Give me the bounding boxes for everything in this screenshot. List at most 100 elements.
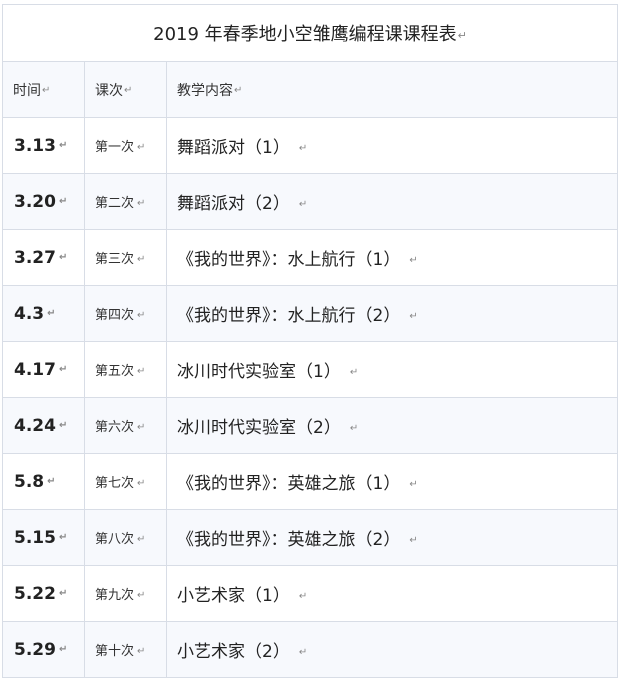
- session-cell: 第七次 ↵: [84, 453, 167, 510]
- date-cell: 5.29 ↵: [2, 621, 85, 678]
- row-session: 第六次: [95, 420, 135, 435]
- content-cell: 《我的世界》：英雄之旅（1） ↵: [165, 453, 619, 510]
- paragraph-mark-icon: ↵: [137, 534, 146, 545]
- paragraph-mark-icon: ↵: [234, 85, 243, 96]
- content-cell: 舞蹈派对（1） ↵: [165, 117, 619, 174]
- row-content: 舞蹈派对（2）: [177, 194, 290, 214]
- row-date: 4.17: [14, 359, 56, 380]
- paragraph-mark-icon: ↵: [137, 478, 146, 489]
- session-cell: 第九次 ↵: [84, 565, 167, 622]
- date-cell: 4.24 ↵: [2, 397, 85, 454]
- row-session: 第七次: [95, 476, 135, 491]
- paragraph-mark-icon: ↵: [137, 310, 146, 321]
- table-row: 5.15 ↵ 第八次 ↵ 《我的世界》：英雄之旅（2） ↵: [2, 509, 619, 566]
- paragraph-mark-icon: ↵: [47, 308, 56, 319]
- paragraph-mark-icon: ↵: [409, 478, 418, 490]
- table-row: 3.20 ↵ 第二次 ↵ 舞蹈派对（2） ↵: [2, 173, 619, 230]
- header-row: 时间↵ 课次↵ 教学内容↵: [2, 61, 619, 118]
- session-cell: 第四次 ↵: [84, 285, 167, 342]
- paragraph-mark-icon: ↵: [137, 198, 146, 209]
- table-row: 3.27 ↵ 第三次 ↵ 《我的世界》：水上航行（1） ↵: [2, 229, 619, 286]
- paragraph-mark-icon: ↵: [298, 198, 308, 210]
- session-cell: 第八次 ↵: [84, 509, 167, 566]
- content-cell: 小艺术家（1） ↵: [165, 565, 619, 622]
- date-cell: 4.17 ↵: [2, 341, 85, 398]
- content-cell: 冰川时代实验室（2） ↵: [165, 397, 619, 454]
- paragraph-mark-icon: ↵: [58, 532, 68, 543]
- paragraph-mark-icon: ↵: [137, 142, 146, 153]
- row-date: 3.27: [14, 247, 56, 268]
- paragraph-mark-icon: ↵: [457, 28, 467, 42]
- row-content: 小艺术家（1）: [177, 586, 290, 606]
- date-cell: 5.8 ↵: [2, 453, 85, 510]
- row-content: 《我的世界》：水上航行（1）: [177, 250, 401, 270]
- paragraph-mark-icon: ↵: [58, 644, 68, 655]
- paragraph-mark-icon: ↵: [58, 140, 68, 151]
- row-session: 第四次: [95, 308, 135, 323]
- table-title-cell: 2019 年春季地小空雏鹰编程课课程表↵: [1, 4, 619, 62]
- paragraph-mark-icon: ↵: [349, 422, 359, 434]
- paragraph-mark-icon: ↵: [58, 252, 68, 263]
- row-content: 小艺术家（2）: [177, 642, 290, 662]
- schedule-table: 2019 年春季地小空雏鹰编程课课程表↵ 时间↵ 课次↵ 教学内容↵ 3.13 ↵…: [1, 4, 619, 678]
- paragraph-mark-icon: ↵: [137, 366, 146, 377]
- header-time-cell: 时间↵: [2, 61, 85, 118]
- paragraph-mark-icon: ↵: [409, 534, 418, 546]
- paragraph-mark-icon: ↵: [42, 85, 51, 96]
- content-cell: 《我的世界》：英雄之旅（2） ↵: [165, 509, 619, 566]
- row-session: 第一次: [95, 140, 135, 155]
- row-content: 《我的世界》：水上航行（2）: [177, 306, 401, 326]
- row-content: 冰川时代实验室（2）: [177, 418, 341, 438]
- row-date: 5.15: [14, 527, 56, 548]
- paragraph-mark-icon: ↵: [137, 254, 146, 265]
- date-cell: 3.13 ↵: [2, 117, 85, 174]
- row-session: 第九次: [95, 588, 135, 603]
- row-date: 4.3: [14, 303, 45, 324]
- paragraph-mark-icon: ↵: [124, 85, 133, 96]
- paragraph-mark-icon: ↵: [349, 366, 359, 378]
- row-session: 第三次: [95, 252, 135, 267]
- table-row: 5.8 ↵ 第七次 ↵ 《我的世界》：英雄之旅（1） ↵: [2, 453, 619, 510]
- paragraph-mark-icon: ↵: [298, 590, 308, 602]
- row-content: 冰川时代实验室（1）: [177, 362, 341, 382]
- table-row: 4.17 ↵ 第五次 ↵ 冰川时代实验室（1） ↵: [2, 341, 619, 398]
- session-cell: 第二次 ↵: [84, 173, 167, 230]
- header-content-cell: 教学内容↵: [165, 61, 619, 118]
- table-row: 4.3 ↵ 第四次 ↵ 《我的世界》：水上航行（2） ↵: [2, 285, 619, 342]
- row-date: 3.20: [14, 191, 56, 212]
- session-cell: 第三次 ↵: [84, 229, 167, 286]
- title-row: 2019 年春季地小空雏鹰编程课课程表↵: [1, 4, 619, 62]
- table-title: 2019 年春季地小空雏鹰编程课课程表: [153, 24, 457, 45]
- date-cell: 3.20 ↵: [2, 173, 85, 230]
- row-content: 舞蹈派对（1）: [177, 138, 290, 158]
- paragraph-mark-icon: ↵: [47, 476, 56, 487]
- paragraph-mark-icon: ↵: [409, 310, 418, 322]
- date-cell: 5.15 ↵: [2, 509, 85, 566]
- row-content: 《我的世界》：英雄之旅（1）: [177, 474, 401, 494]
- row-session: 第五次: [95, 364, 135, 379]
- paragraph-mark-icon: ↵: [298, 142, 308, 154]
- content-cell: 小艺术家（2） ↵: [165, 621, 619, 678]
- paragraph-mark-icon: ↵: [409, 254, 418, 266]
- paragraph-mark-icon: ↵: [58, 588, 68, 599]
- paragraph-mark-icon: ↵: [298, 646, 308, 658]
- content-cell: 冰川时代实验室（1） ↵: [165, 341, 619, 398]
- content-cell: 《我的世界》：水上航行（2） ↵: [165, 285, 619, 342]
- row-date: 3.13: [14, 135, 56, 156]
- table-row: 5.29 ↵ 第十次 ↵ 小艺术家（2） ↵: [2, 621, 619, 678]
- table-row: 5.22 ↵ 第九次 ↵ 小艺术家（1） ↵: [2, 565, 619, 622]
- paragraph-mark-icon: ↵: [58, 364, 68, 375]
- date-cell: 3.27 ↵: [2, 229, 85, 286]
- header-session: 课次: [95, 82, 123, 99]
- row-date: 5.8: [14, 471, 45, 492]
- header-session-cell: 课次↵: [84, 61, 167, 118]
- session-cell: 第十次 ↵: [84, 621, 167, 678]
- content-cell: 舞蹈派对（2） ↵: [165, 173, 619, 230]
- paragraph-mark-icon: ↵: [137, 646, 146, 657]
- paragraph-mark-icon: ↵: [58, 196, 68, 207]
- row-date: 5.29: [14, 639, 56, 660]
- row-content: 《我的世界》：英雄之旅（2）: [177, 530, 401, 550]
- date-cell: 4.3 ↵: [2, 285, 85, 342]
- paragraph-mark-icon: ↵: [137, 422, 146, 433]
- paragraph-mark-icon: ↵: [137, 590, 146, 601]
